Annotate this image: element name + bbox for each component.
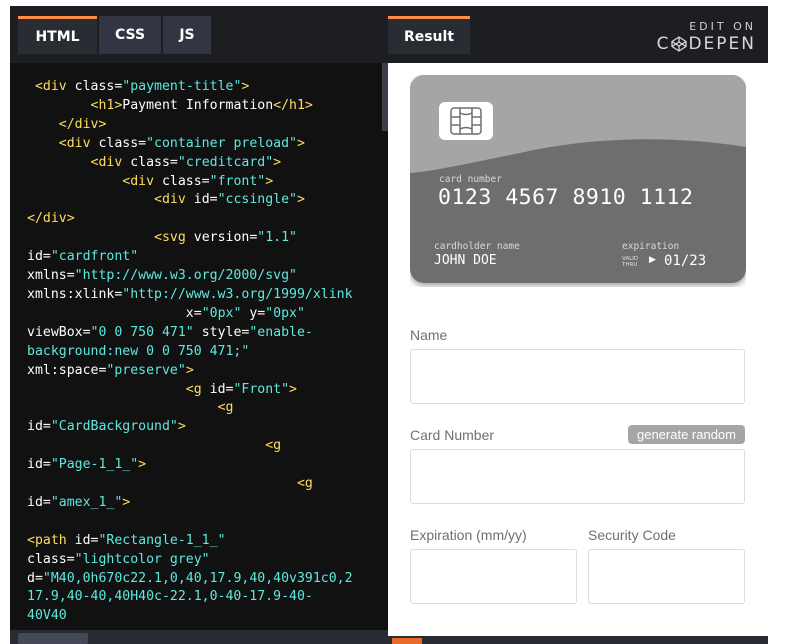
credit-card-preview: card number 0123 4567 8910 1112 cardhold… (410, 75, 746, 287)
code-editor[interactable]: <div class="payment-title"> <h1>Payment … (10, 63, 388, 635)
codepen-logo-c: C (656, 34, 671, 54)
codepen-cube-icon (671, 36, 688, 52)
rerun-button[interactable] (392, 638, 422, 644)
generate-random-button[interactable]: generate random (628, 425, 745, 444)
security-code-label: Security Code (588, 527, 676, 543)
codepen-embed: HTML CSS JS <div class="payment-title"> … (10, 6, 768, 644)
card-chip-icon (439, 102, 493, 140)
card-number-field-label: Card Number (410, 427, 495, 443)
name-input[interactable] (410, 349, 745, 404)
name-label: Name (410, 327, 448, 343)
edit-on-label[interactable]: EDIT ON (689, 20, 756, 33)
valid-thru-label: VALID THRU (622, 256, 639, 268)
card-expiration-label: expiration (622, 241, 680, 252)
valid-thru-arrow-icon: ▶ (649, 255, 656, 265)
html-source-code: <div class="payment-title"> <h1>Payment … (27, 79, 353, 624)
result-preview: card number 0123 4567 8910 1112 cardhold… (388, 63, 768, 636)
tab-result[interactable]: Result (388, 16, 470, 54)
tab-js[interactable]: JS (163, 16, 211, 54)
card-number-input[interactable] (410, 449, 745, 504)
card-expiry-display: 01/23 (664, 253, 707, 269)
security-code-input[interactable] (588, 549, 745, 604)
expiration-input[interactable] (410, 549, 577, 604)
codepen-logo[interactable]: C DEPEN (657, 34, 756, 54)
card-number-display: 0123 4567 8910 1112 (438, 185, 694, 210)
expiration-field-label: Expiration (mm/yy) (410, 527, 527, 543)
editor-pane: HTML CSS JS <div class="payment-title"> … (10, 6, 388, 644)
result-header: Result EDIT ON C DEPEN (388, 6, 768, 63)
cardholder-name-display: JOHN DOE (434, 253, 497, 268)
tab-css[interactable]: CSS (99, 16, 161, 54)
result-bottom-bar (388, 636, 768, 644)
cardholder-label: cardholder name (434, 241, 520, 252)
editor-console-button[interactable] (18, 633, 88, 644)
tab-html[interactable]: HTML (18, 16, 97, 54)
editor-bottom-bar (10, 630, 388, 644)
codepen-logo-rest: DEPEN (688, 34, 756, 54)
editor-tabs: HTML CSS JS (10, 6, 388, 63)
card-number-label: card number (439, 174, 502, 185)
